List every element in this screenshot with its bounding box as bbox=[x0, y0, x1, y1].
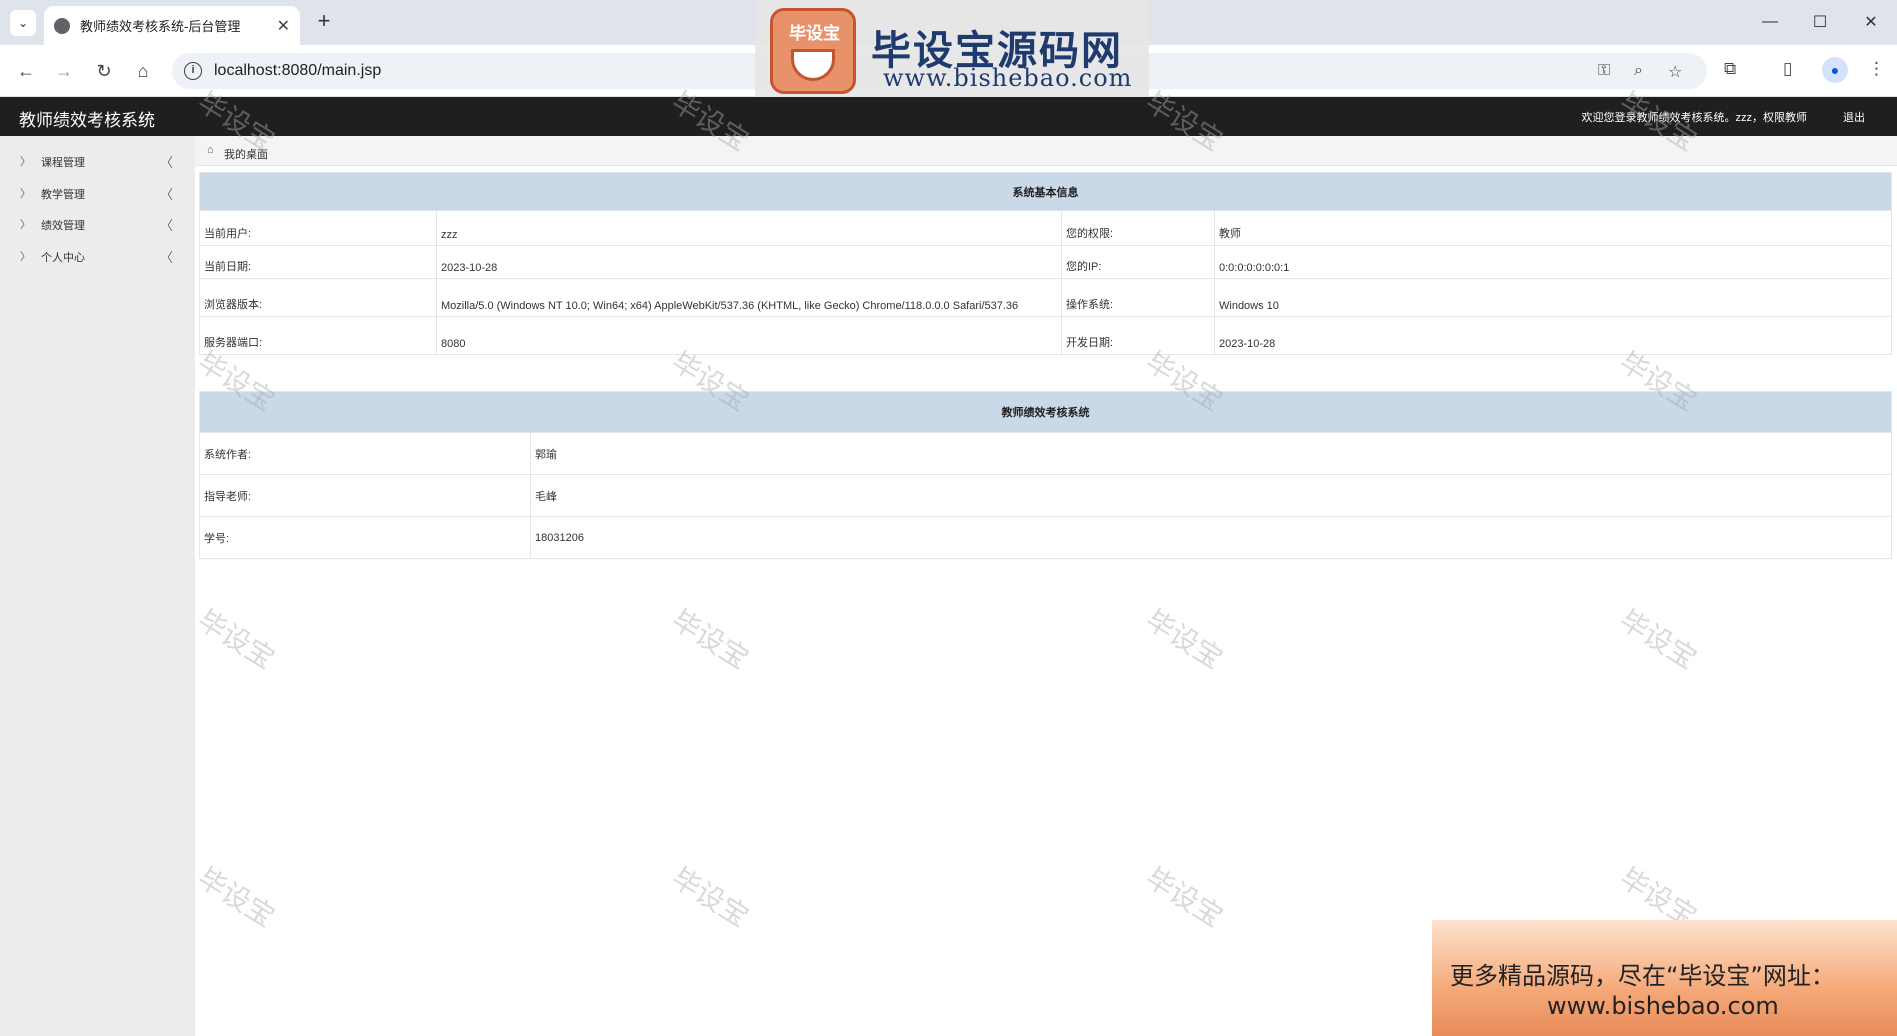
ad-line-2: www.bishebao.com bbox=[1547, 992, 1779, 1020]
info-key: 当前日期: bbox=[199, 245, 437, 279]
info-value: 18031206 bbox=[530, 516, 1892, 559]
chevron-left-icon: 〈 bbox=[160, 218, 174, 233]
info-key: 您的IP: bbox=[1061, 245, 1215, 279]
info-value: 0:0:0:0:0:0:0:1 bbox=[1214, 245, 1892, 279]
welcome-text: 欢迎您登录教师绩效考核系统。zzz，权限教师 bbox=[1581, 112, 1808, 124]
info-key: 浏览器版本: bbox=[199, 278, 437, 317]
watermark-logo-badge: 毕设宝 bbox=[789, 24, 840, 43]
chevron-left-icon: 〈 bbox=[160, 250, 174, 265]
info-value: Windows 10 bbox=[1214, 278, 1892, 317]
chevron-right-icon: 〉 bbox=[20, 156, 31, 168]
sidebar-item-label: 教学管理 bbox=[41, 189, 85, 201]
minimize-button[interactable]: — bbox=[1750, 8, 1790, 36]
reload-icon[interactable]: ↻ bbox=[90, 57, 118, 85]
watermark-ad-banner: 更多精品源码，尽在“毕设宝”网址： www.bishebao.com bbox=[1432, 920, 1897, 1036]
sidebar-item-label: 绩效管理 bbox=[41, 220, 85, 232]
info-key: 服务器端口: bbox=[199, 316, 437, 355]
maximize-button[interactable]: ☐ bbox=[1800, 8, 1840, 36]
breadcrumb: ⌂ 我的桌面 bbox=[195, 136, 1897, 166]
table-row: 学号: 18031206 bbox=[199, 516, 1892, 559]
sidebar-item-performance[interactable]: 〉 绩效管理 〈 bbox=[0, 209, 195, 237]
more-menu-icon[interactable]: ⋮ bbox=[1868, 59, 1885, 79]
info-value: 郭瑜 bbox=[530, 432, 1892, 475]
new-tab-button[interactable]: + bbox=[312, 10, 336, 34]
chevron-right-icon: 〉 bbox=[20, 251, 31, 263]
watermark-mascot-icon: 毕设宝 bbox=[770, 8, 856, 94]
watermark-logo-url: www.bishebao.com bbox=[883, 64, 1133, 92]
browser-tab-title: 教师绩效考核系统-后台管理 bbox=[80, 19, 241, 34]
info-key: 您的权限: bbox=[1061, 210, 1215, 246]
table-row: 浏览器版本: Mozilla/5.0 (Windows NT 10.0; Win… bbox=[199, 278, 1892, 317]
close-icon[interactable]: ✕ bbox=[277, 16, 290, 36]
window-close-button[interactable]: ✕ bbox=[1851, 8, 1891, 36]
side-panel-icon[interactable]: ▯ bbox=[1783, 59, 1792, 79]
chevron-down-icon: ⌄ bbox=[17, 16, 29, 30]
system-info-heading: 系统基本信息 bbox=[199, 172, 1892, 211]
zoom-icon[interactable]: ⌕ bbox=[1634, 62, 1643, 80]
info-value: 2023-10-28 bbox=[1214, 316, 1892, 355]
sidebar-item-personal[interactable]: 〉 个人中心 〈 bbox=[0, 241, 195, 269]
info-key: 当前用户: bbox=[199, 210, 437, 246]
browser-tab-active[interactable]: 教师绩效考核系统-后台管理 ✕ bbox=[44, 6, 300, 45]
info-value: 教师 bbox=[1214, 210, 1892, 246]
info-key: 开发日期: bbox=[1061, 316, 1215, 355]
sidebar-item-label: 课程管理 bbox=[41, 157, 85, 169]
sidebar-item-teaching[interactable]: 〉 教学管理 〈 bbox=[0, 178, 195, 206]
info-value: 毛峰 bbox=[530, 474, 1892, 517]
chevron-left-icon: 〈 bbox=[160, 155, 174, 170]
info-key: 系统作者: bbox=[199, 432, 531, 475]
info-value: 2023-10-28 bbox=[436, 245, 1062, 279]
password-key-icon[interactable]: ⚿ bbox=[1598, 62, 1610, 80]
profile-avatar[interactable]: ● bbox=[1822, 57, 1848, 83]
app-header: 教师绩效考核系统 欢迎您登录教师绩效考核系统。zzz，权限教师 退出 bbox=[0, 97, 1897, 136]
table-row: 指导老师: 毛峰 bbox=[199, 474, 1892, 517]
about-heading: 教师绩效考核系统 bbox=[199, 391, 1892, 433]
table-row: 服务器端口: 8080 开发日期: 2023-10-28 bbox=[199, 316, 1892, 355]
info-value: zzz bbox=[436, 210, 1062, 246]
info-key: 指导老师: bbox=[199, 474, 531, 517]
forward-arrow-icon[interactable]: → bbox=[50, 57, 78, 85]
table-row: 当前用户: zzz 您的权限: 教师 bbox=[199, 210, 1892, 246]
chevron-right-icon: 〉 bbox=[20, 188, 31, 200]
bookmark-star-icon[interactable]: ☆ bbox=[1668, 62, 1682, 82]
back-arrow-icon[interactable]: ← bbox=[12, 57, 40, 85]
home-icon[interactable]: ⌂ bbox=[129, 57, 157, 85]
system-info-table: 系统基本信息 当前用户: zzz 您的权限: 教师 当前日期: 2023-10-… bbox=[199, 172, 1892, 355]
address-url[interactable]: localhost:8080/main.jsp bbox=[214, 62, 381, 80]
watermark-logo: 毕设宝 毕设宝源码网 www.bishebao.com bbox=[755, 0, 1149, 103]
info-value: Mozilla/5.0 (Windows NT 10.0; Win64; x64… bbox=[436, 278, 1062, 317]
ad-line-1: 更多精品源码，尽在“毕设宝”网址： bbox=[1450, 962, 1835, 990]
info-key: 操作系统: bbox=[1061, 278, 1215, 317]
sidebar: 〉 课程管理 〈 〉 教学管理 〈 〉 绩效管理 〈 〉 个人中心 〈 bbox=[0, 136, 195, 1036]
site-info-icon[interactable]: i bbox=[184, 62, 202, 80]
tab-list-dropdown-button[interactable]: ⌄ bbox=[10, 10, 36, 36]
info-key: 学号: bbox=[199, 516, 531, 559]
logout-link[interactable]: 退出 bbox=[1843, 109, 1865, 125]
table-row: 当前日期: 2023-10-28 您的IP: 0:0:0:0:0:0:0:1 bbox=[199, 245, 1892, 279]
home-icon: ⌂ bbox=[207, 144, 214, 156]
sidebar-item-course[interactable]: 〉 课程管理 〈 bbox=[0, 146, 195, 174]
main-content: ⌂ 我的桌面 系统基本信息 当前用户: zzz 您的权限: 教师 当前日期: 2… bbox=[195, 136, 1897, 1036]
breadcrumb-home-link[interactable]: 我的桌面 bbox=[224, 146, 268, 162]
chevron-right-icon: 〉 bbox=[20, 219, 31, 231]
info-value: 8080 bbox=[436, 316, 1062, 355]
table-row: 系统作者: 郭瑜 bbox=[199, 432, 1892, 475]
chevron-left-icon: 〈 bbox=[160, 187, 174, 202]
app-title: 教师绩效考核系统 bbox=[19, 111, 155, 130]
sidebar-item-label: 个人中心 bbox=[41, 252, 85, 264]
extensions-icon[interactable]: ⧉ bbox=[1724, 59, 1736, 79]
about-system-table: 教师绩效考核系统 系统作者: 郭瑜 指导老师: 毛峰 学号: 18031206 bbox=[199, 391, 1892, 559]
globe-icon bbox=[54, 17, 70, 34]
